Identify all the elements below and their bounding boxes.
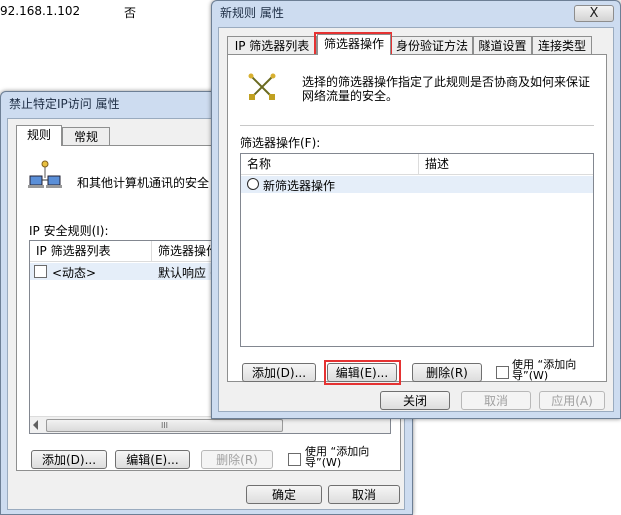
filter-action-name: 新筛选器操作 xyxy=(263,179,336,193)
scroll-thumb[interactable]: III xyxy=(46,419,283,432)
filter-action-icon xyxy=(248,73,276,100)
tab-filter-action[interactable]: 筛选器操作 xyxy=(317,34,391,55)
remove-filter-action-button[interactable]: 删除(R) xyxy=(412,363,482,382)
rule-checkbox[interactable] xyxy=(34,265,47,278)
front-description: 选择的筛选器操作指定了此规则是否协商及如何来保证网络流量的安全。 xyxy=(302,75,591,103)
front-cancel-button[interactable]: 取消 xyxy=(461,391,531,410)
front-dialog-client: IP 筛选器列表 筛选器操作 身份验证方法 隧道设置 连接类型 选择的筛选器操作… xyxy=(218,27,614,412)
separator xyxy=(240,125,594,126)
close-icon[interactable]: X xyxy=(574,5,614,22)
list-item[interactable]: 新筛选器操作 xyxy=(241,176,593,193)
front-wizard-checkbox[interactable] xyxy=(496,366,509,379)
back-description: 和其他计算机通讯的安全 xyxy=(77,176,210,190)
radio-button[interactable] xyxy=(247,178,259,190)
edit-button-highlight xyxy=(324,360,401,385)
edit-rule-button[interactable]: 编辑(E)... xyxy=(115,450,190,469)
column-header-filter-list[interactable]: IP 筛选器列表 xyxy=(30,241,152,261)
front-wizard-label: 使用 “添加向导”(W) xyxy=(512,358,577,382)
background-ip-text: 92.168.1.102 xyxy=(0,4,81,18)
front-dialog-title: 新规则 属性 xyxy=(220,6,284,20)
ip-security-rules-label: IP 安全规则(I): xyxy=(29,224,109,238)
back-cancel-button[interactable]: 取消 xyxy=(328,485,400,504)
tab-connection-type[interactable]: 连接类型 xyxy=(532,36,592,55)
tab-ip-filter-list[interactable]: IP 筛选器列表 xyxy=(227,36,317,55)
apply-button[interactable]: 应用(A) xyxy=(539,391,605,410)
wizard-checkbox[interactable] xyxy=(288,453,301,466)
background-value-text: 否 xyxy=(124,6,137,20)
column-header-name[interactable]: 名称 xyxy=(241,154,419,174)
ok-button[interactable]: 确定 xyxy=(246,485,322,504)
front-tab-panel: 选择的筛选器操作指定了此规则是否协商及如何来保证网络流量的安全。 筛选器操作(F… xyxy=(227,54,607,385)
remove-rule-button[interactable]: 删除(R) xyxy=(201,450,273,469)
network-computers-icon xyxy=(28,160,62,188)
scroll-left-arrow-icon[interactable] xyxy=(33,420,38,430)
add-rule-button[interactable]: 添加(D)... xyxy=(31,450,107,469)
filter-action-list[interactable]: 名称 描述 新筛选器操作 xyxy=(240,153,594,347)
add-filter-action-button[interactable]: 添加(D)... xyxy=(242,363,316,382)
wizard-label: 使用 “添加向导”(W) xyxy=(305,445,370,469)
filter-action-label: 筛选器操作(F): xyxy=(240,136,321,150)
tab-rules[interactable]: 规则 xyxy=(16,125,62,146)
rule-name: <动态> xyxy=(52,266,97,280)
close-button[interactable]: 关闭 xyxy=(380,391,450,410)
tab-general[interactable]: 常规 xyxy=(62,127,110,146)
front-dialog: 新规则 属性 X IP 筛选器列表 筛选器操作 身份验证方法 隧道设置 连接类型… xyxy=(211,0,621,419)
tab-authentication-methods[interactable]: 身份验证方法 xyxy=(391,36,473,55)
tab-tunnel-settings[interactable]: 隧道设置 xyxy=(473,36,532,55)
column-header-description[interactable]: 描述 xyxy=(419,154,593,174)
rule-action: 默认响应 ( xyxy=(158,266,215,280)
